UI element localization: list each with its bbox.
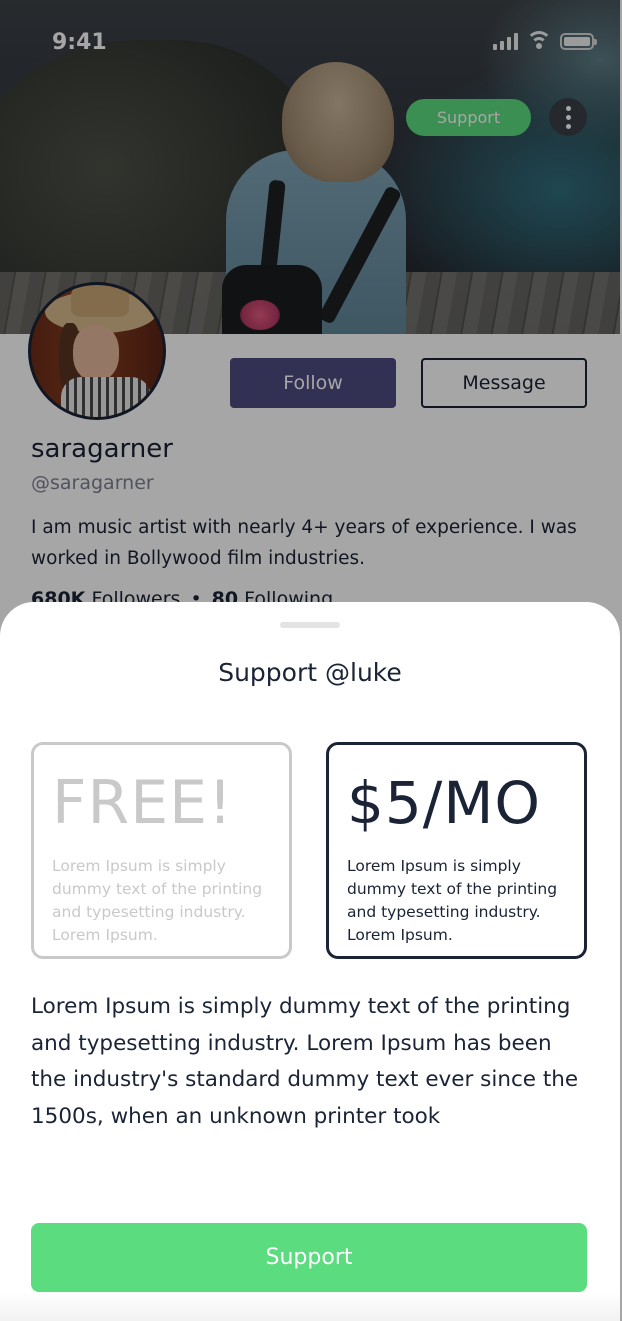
plan-description: Lorem Ipsum is simply dummy text of the …: [347, 857, 558, 944]
plan-description: Lorem Ipsum is simply dummy text of the …: [52, 857, 263, 944]
plan-price: FREE!: [52, 768, 234, 838]
plan-card-free[interactable]: FREE! Lorem Ipsum is simply dummy text o…: [31, 742, 292, 959]
bottom-fade: [0, 1292, 620, 1321]
sheet-title: Support @luke: [218, 658, 402, 687]
support-sheet: Support @luke FREE! Lorem Ipsum is simpl…: [0, 602, 620, 1321]
sheet-grabber[interactable]: [280, 622, 340, 628]
sheet-body-text: Lorem Ipsum is simply dummy text of the …: [31, 994, 579, 1129]
plan-card-monthly[interactable]: $5/MO Lorem Ipsum is simply dummy text o…: [326, 742, 587, 959]
plan-price: $5/MO: [347, 769, 542, 837]
support-button[interactable]: Support: [31, 1223, 587, 1292]
